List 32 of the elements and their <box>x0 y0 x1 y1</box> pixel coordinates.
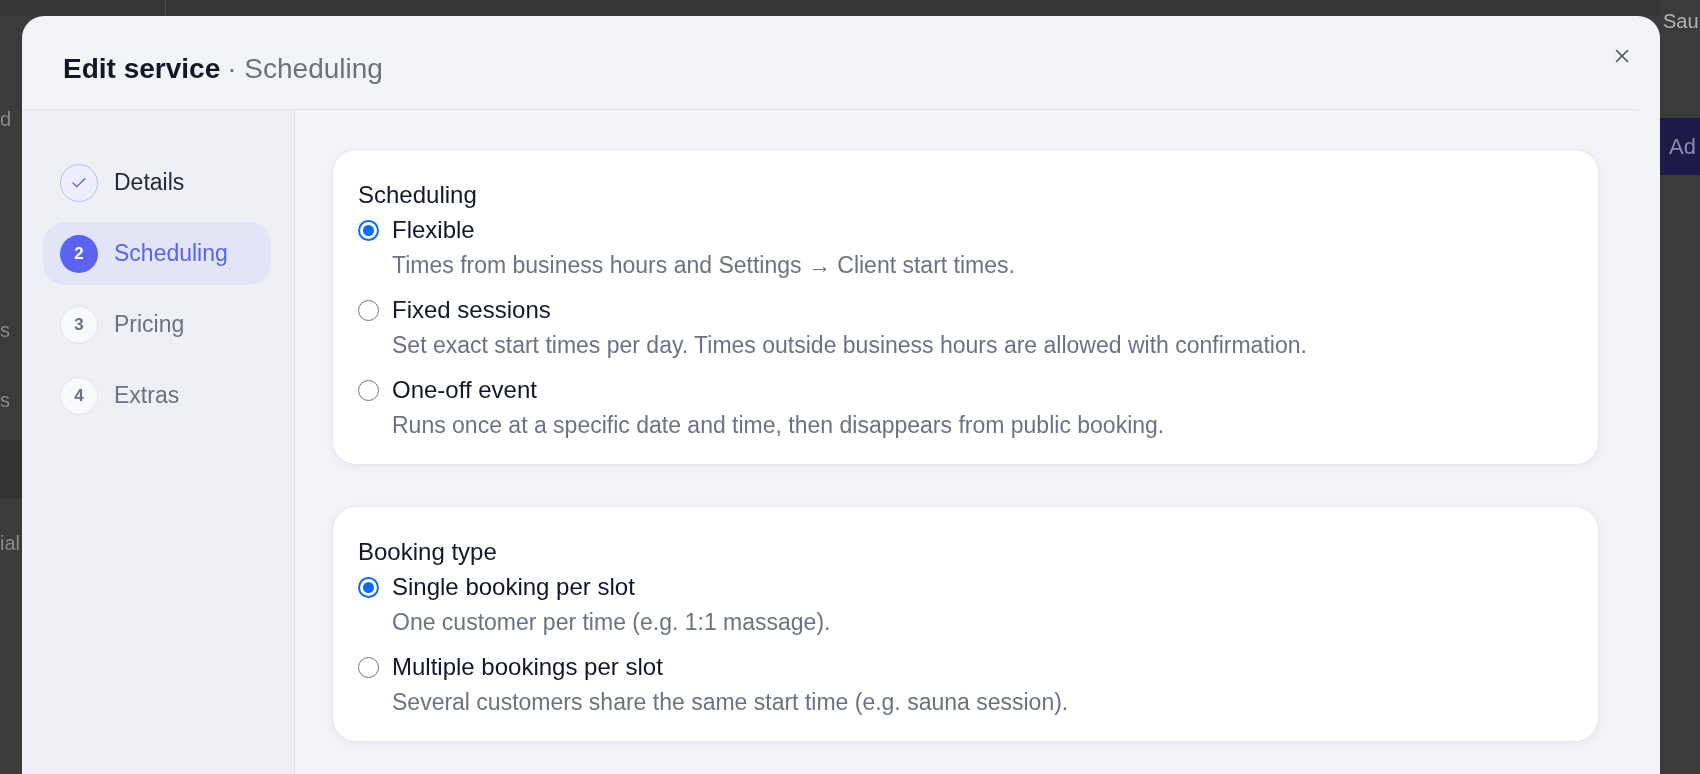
radio-button[interactable] <box>358 576 379 598</box>
step-item[interactable]: 2 Scheduling <box>43 222 271 285</box>
background-text: s <box>0 318 11 343</box>
option-label[interactable]: Flexible <box>392 216 475 244</box>
dialog-title: Edit service <box>63 53 221 85</box>
background-text: s <box>0 388 11 413</box>
step-item[interactable]: 4 Extras <box>43 364 271 427</box>
option-description: Set exact start times per day. Times outside business hours are allowed with confirmation. <box>391 332 1308 358</box>
option-label[interactable]: Single booking per slot <box>392 573 635 601</box>
step-item[interactable]: Details <box>43 151 271 214</box>
option-description: Several customers share the same start time (e.g. sauna session). <box>391 689 1070 715</box>
option-label[interactable]: Multiple bookings per slot <box>392 653 663 681</box>
option-description: Times from business hours and Settings → Client start times. <box>391 252 1016 278</box>
option-description: Runs once at a specific date and time, then disappears from public booking. <box>391 412 1166 438</box>
background-text: Sau <box>1662 10 1700 32</box>
background-text: d <box>0 107 13 132</box>
dialog-subtitle: · Scheduling <box>227 53 383 85</box>
background-text: ial <box>0 531 21 556</box>
radio-button[interactable] <box>358 656 379 678</box>
background-button[interactable]: Ad <box>1660 118 1700 175</box>
step-number: 4 <box>60 376 98 415</box>
step-item[interactable]: 3 Pricing <box>43 293 271 356</box>
option-label[interactable]: Fixed sessions <box>392 296 551 324</box>
radio-button[interactable] <box>358 219 379 241</box>
section-title: Scheduling <box>358 181 478 209</box>
section-title: Booking type <box>358 538 498 566</box>
option-label[interactable]: One-off event <box>392 376 537 404</box>
step-number: 3 <box>60 305 98 344</box>
option-description: One customer per time (e.g. 1:1 massage). <box>391 609 832 635</box>
radio-button[interactable] <box>358 379 379 401</box>
step-number: 2 <box>60 234 98 273</box>
radio-button[interactable] <box>358 299 379 321</box>
